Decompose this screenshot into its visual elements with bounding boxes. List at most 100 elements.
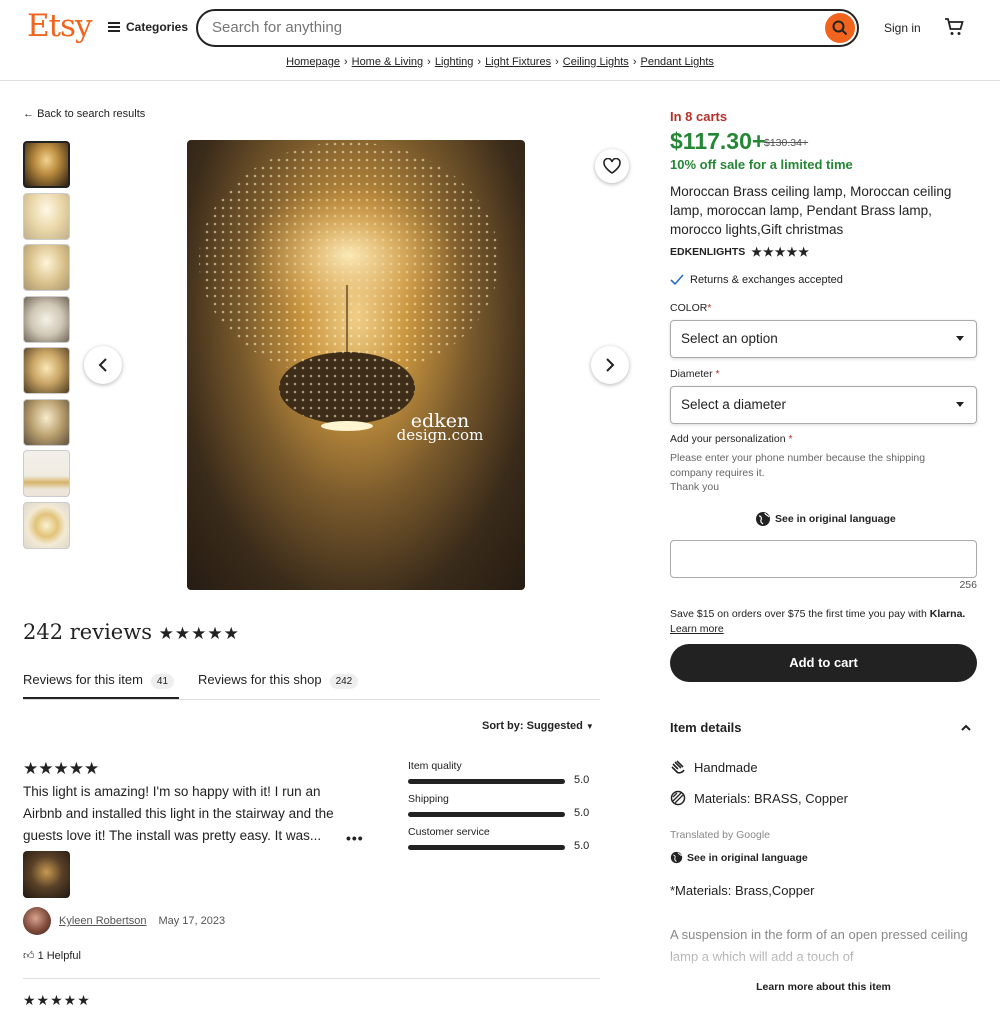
cart-button[interactable]: [944, 17, 964, 42]
reviews-heading: 242 reviews ★★★★★: [23, 620, 240, 644]
next-review-stars: ★★★★★: [23, 992, 91, 1008]
personalization-hint: Please enter your phone number because t…: [670, 451, 970, 495]
materials-property: Materials: BRASS, Copper: [670, 790, 848, 806]
tab-label: Reviews for this item: [23, 672, 143, 687]
metric-shipping: Shipping 5.0: [408, 793, 592, 826]
thumbnail-2[interactable]: [23, 192, 70, 240]
tab-reviews-shop[interactable]: Reviews for this shop 242: [198, 672, 359, 689]
menu-icon: [108, 22, 120, 32]
breadcrumb: Homepage › Home & Living › Lighting › Light Fi…: [0, 56, 1000, 68]
handmade-property: Handmade: [670, 759, 758, 775]
thumbnail-8[interactable]: [23, 501, 70, 549]
next-image-button[interactable]: [591, 346, 629, 384]
search-input[interactable]: [212, 19, 802, 36]
thumbnail-list: [23, 141, 71, 553]
metric-value: 5.0: [574, 807, 590, 819]
thumbnail-3[interactable]: [23, 244, 70, 291]
tab-count-badge: 242: [329, 674, 359, 689]
search-icon: [832, 20, 848, 36]
item-details-toggle[interactable]: Item details: [670, 720, 977, 735]
review-photo[interactable]: [23, 851, 70, 898]
personalization-input[interactable]: [670, 540, 977, 578]
see-original-button-2[interactable]: See in original language: [670, 851, 808, 864]
breadcrumb-pendant-lights[interactable]: Pendant Lights: [640, 56, 713, 68]
select-value: Select an option: [681, 331, 778, 346]
label-text: COLOR: [670, 302, 708, 314]
metric-fill: [408, 812, 565, 817]
metric-fill: [408, 779, 565, 784]
helpful-button[interactable]: 👍︎ 1 Helpful: [23, 949, 81, 962]
avatar: [23, 907, 51, 935]
chevron-right-icon: ›: [477, 56, 482, 68]
caret-down-icon: [956, 336, 964, 341]
metric-label: Item quality: [408, 760, 462, 772]
translated-by: Translated by Google: [670, 829, 771, 841]
metric-fill: [408, 845, 565, 850]
tab-label: Reviews for this shop: [198, 672, 322, 687]
thumbnail-1[interactable]: [23, 141, 70, 188]
see-original-label: See in original language: [687, 851, 808, 864]
thumbs-up-icon: 👍︎: [23, 950, 38, 962]
learn-more-item-button[interactable]: Learn more about this item: [670, 981, 977, 993]
add-to-cart-button[interactable]: Add to cart: [670, 644, 977, 682]
etsy-logo[interactable]: Etsy: [27, 8, 93, 44]
watermark-line-2: design.com: [397, 426, 484, 444]
see-original-button[interactable]: See in original language: [755, 511, 896, 527]
diameter-select[interactable]: Select a diameter: [670, 386, 977, 424]
chevron-right-icon: ›: [632, 56, 637, 68]
price: $117.30+: [670, 128, 766, 154]
thumbnail-5[interactable]: [23, 347, 70, 394]
globe-icon: [756, 512, 770, 526]
sign-in-link[interactable]: Sign in: [884, 21, 921, 35]
divider: [23, 978, 600, 979]
breadcrumb-light-fixtures[interactable]: Light Fixtures: [485, 56, 551, 68]
chevron-up-icon: [961, 724, 971, 731]
lamp-illustration: edken design.com: [199, 142, 499, 444]
breadcrumb-homepage[interactable]: Homepage: [286, 56, 340, 68]
review-tabs: Reviews for this item 41 Reviews for this…: [23, 670, 600, 700]
cart-icon: [945, 18, 964, 35]
select-value: Select a diameter: [681, 397, 787, 412]
thumbnail-6[interactable]: [23, 398, 70, 446]
review-author: Kyleen Robertson May 17, 2023: [23, 907, 225, 935]
label-text: Diameter: [670, 368, 713, 380]
favorite-button[interactable]: [595, 149, 629, 183]
metric-bar: [408, 845, 565, 850]
chevron-right-icon: [606, 358, 615, 372]
active-tab-indicator: [23, 697, 179, 699]
review-date: May 17, 2023: [158, 915, 226, 927]
categories-button[interactable]: Categories: [108, 20, 188, 34]
klarna-offer: Save $15 on orders over $75 the first ti…: [670, 607, 977, 636]
hand-icon: [671, 760, 685, 774]
rating-metrics: Item quality 5.0 Shipping 5.0 Customer s…: [408, 760, 592, 859]
personalization-label: Add your personalization *: [670, 433, 793, 445]
sort-dropdown[interactable]: Sort by: Suggested ▼: [482, 720, 594, 732]
metric-value: 5.0: [574, 840, 590, 852]
materials-description: *Materials: Brass,Copper: [670, 883, 815, 898]
learn-more-link[interactable]: Learn more: [670, 623, 724, 635]
color-select[interactable]: Select an option: [670, 320, 977, 358]
breadcrumb-ceiling-lights[interactable]: Ceiling Lights: [563, 56, 629, 68]
product-image[interactable]: edken design.com: [187, 140, 525, 590]
breadcrumb-lighting[interactable]: Lighting: [435, 56, 474, 68]
shop-link[interactable]: EDKENLIGHTS ★★★★★: [670, 245, 810, 259]
thumbnail-7[interactable]: [23, 450, 70, 497]
previous-image-button[interactable]: [84, 346, 122, 384]
tab-reviews-item[interactable]: Reviews for this item 41: [23, 672, 175, 689]
author-name[interactable]: Kyleen Robertson: [59, 915, 146, 927]
review-text: This light is amazing! I'm so happy with…: [23, 784, 334, 843]
search-button[interactable]: [825, 13, 855, 43]
search-bar: [196, 9, 859, 47]
categories-label: Categories: [126, 20, 189, 34]
checkmark-icon: [670, 274, 684, 286]
required-asterisk: *: [707, 302, 712, 314]
more-options-button[interactable]: •••: [346, 830, 364, 846]
thumbnail-4[interactable]: [23, 295, 70, 343]
reviews-stars: ★★★★★: [158, 624, 240, 644]
sort-label: Sort by: Suggested: [482, 720, 583, 732]
breadcrumb-home-living[interactable]: Home & Living: [352, 56, 424, 68]
required-asterisk: *: [785, 433, 793, 445]
back-to-search-link[interactable]: ← Back to search results: [23, 108, 145, 120]
caret-down-icon: [956, 402, 964, 407]
tab-count-badge: 41: [150, 674, 175, 689]
